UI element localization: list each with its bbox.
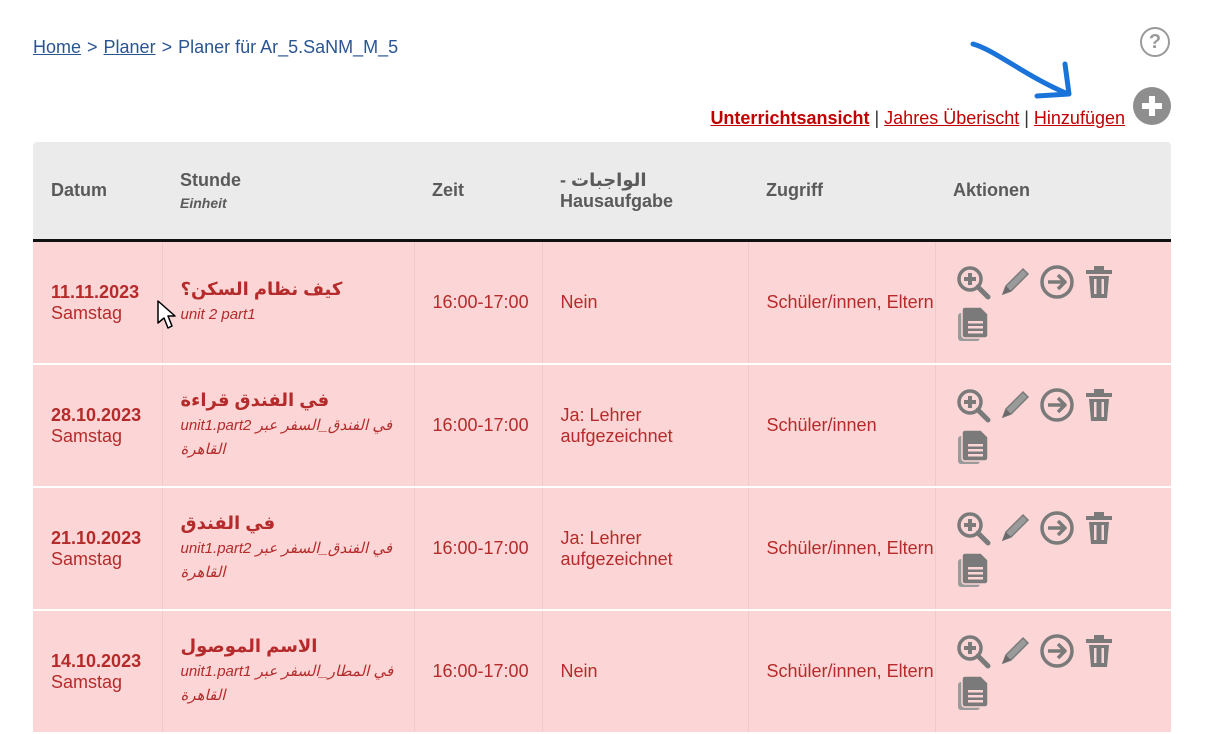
row-weekday: Samstag	[51, 425, 123, 446]
table-header-row: Datum Stunde Einheit Zeit - الواجبات Hau…	[33, 142, 1171, 242]
copy-document-icon[interactable]	[954, 428, 992, 466]
cell-lesson: الاسم الموصول unit1.part1 في المطار_السف…	[162, 610, 415, 734]
row-time: 16:00-17:00	[414, 487, 543, 611]
row-homework: Ja: Lehrer aufgezeichnet	[542, 487, 749, 611]
add-icon[interactable]	[1133, 87, 1171, 125]
cell-actions	[935, 487, 1171, 611]
arrow-right-circle-icon[interactable]	[1038, 509, 1076, 547]
breadcrumb-home-link[interactable]: Home	[33, 37, 81, 57]
header-homework-arabic: - الواجبات	[560, 169, 647, 190]
row-access: Schüler/innen	[748, 364, 936, 488]
header-date: Datum	[33, 142, 162, 242]
row-weekday: Samstag	[51, 671, 123, 692]
row-lesson-unit: unit1.part1 في المطار_السفر عبر القاهرة	[180, 662, 394, 704]
planner-table: Datum Stunde Einheit Zeit - الواجبات Hau…	[33, 142, 1171, 734]
header-time: Zeit	[414, 142, 542, 242]
row-actions	[954, 632, 1124, 712]
breadcrumb-current: Planer für Ar_5.SaNM_M_5	[178, 37, 399, 57]
table-row[interactable]: 14.10.2023 Samstag الاسم الموصول unit1.p…	[33, 610, 1171, 734]
row-access: Schüler/innen, Eltern	[748, 610, 936, 734]
table-row[interactable]: 21.10.2023 Samstag في الفندق unit1.part2…	[33, 487, 1171, 611]
row-lesson-unit: unit1.part2 في الفندق_السفر عبر القاهرة	[180, 539, 393, 581]
cell-actions	[935, 240, 1171, 365]
table-row[interactable]: 28.10.2023 Samstag في الفندق قراءة unit1…	[33, 364, 1171, 488]
row-actions	[954, 386, 1124, 466]
cell-lesson: كيف نظام السكن؟ unit 2 part1	[162, 240, 415, 365]
row-weekday: Samstag	[51, 548, 123, 569]
row-date: 21.10.2023	[51, 527, 142, 548]
breadcrumb-separator: >	[161, 37, 173, 57]
help-icon[interactable]: ?	[1140, 27, 1170, 57]
row-lesson-title[interactable]: في الفندق	[181, 513, 414, 534]
zoom-in-icon[interactable]	[954, 386, 992, 424]
row-lesson-unit: unit 2 part1	[180, 305, 256, 323]
row-access: Schüler/innen, Eltern	[748, 240, 936, 365]
zoom-in-icon[interactable]	[954, 263, 992, 301]
header-homework-german: Hausaufgabe	[560, 190, 674, 211]
cell-date: 14.10.2023 Samstag	[33, 610, 163, 734]
row-date: 11.11.2023	[51, 281, 140, 302]
arrow-right-circle-icon[interactable]	[1038, 386, 1076, 424]
header-actions: Aktionen	[935, 142, 1171, 242]
arrow-right-circle-icon[interactable]	[1038, 632, 1076, 670]
cell-actions	[935, 610, 1171, 734]
year-overview-link[interactable]: Jahres Überischt	[884, 108, 1019, 128]
row-actions	[954, 263, 1124, 343]
cell-date: 28.10.2023 Samstag	[33, 364, 163, 488]
arrow-right-circle-icon[interactable]	[1038, 263, 1076, 301]
row-actions	[954, 509, 1124, 589]
trash-icon[interactable]	[1080, 632, 1118, 670]
row-lesson-unit: unit1.part2 في الفندق_السفر عبر القاهرة	[180, 416, 393, 458]
row-time: 16:00-17:00	[414, 610, 543, 734]
lesson-view-link[interactable]: Unterrichtsansicht	[710, 108, 869, 128]
row-date: 28.10.2023	[51, 404, 142, 425]
cell-actions	[935, 364, 1171, 488]
copy-document-icon[interactable]	[954, 551, 992, 589]
header-lesson-sub: Einheit	[180, 195, 227, 211]
add-link[interactable]: Hinzufügen	[1034, 108, 1125, 128]
row-time: 16:00-17:00	[414, 240, 543, 365]
row-time: 16:00-17:00	[414, 364, 543, 488]
row-lesson-title[interactable]: في الفندق قراءة	[181, 390, 414, 411]
row-homework: Ja: Lehrer aufgezeichnet	[542, 364, 749, 488]
header-lesson-label: Stunde	[180, 170, 241, 190]
link-divider: |	[874, 108, 880, 128]
edit-pencil-icon[interactable]	[996, 386, 1034, 424]
zoom-in-icon[interactable]	[954, 509, 992, 547]
breadcrumb: Home > Planer > Planer für Ar_5.SaNM_M_5	[33, 37, 398, 58]
zoom-in-icon[interactable]	[954, 632, 992, 670]
edit-pencil-icon[interactable]	[996, 632, 1034, 670]
row-lesson-title[interactable]: الاسم الموصول	[181, 636, 414, 657]
row-date: 14.10.2023	[51, 650, 142, 671]
cell-lesson: في الفندق قراءة unit1.part2 في الفندق_ال…	[162, 364, 415, 488]
header-lesson: Stunde Einheit	[162, 142, 414, 242]
header-homework: - الواجبات Hausaufgabe	[542, 142, 748, 242]
edit-pencil-icon[interactable]	[996, 509, 1034, 547]
cell-lesson: في الفندق unit1.part2 في الفندق_السفر عب…	[162, 487, 415, 611]
edit-pencil-icon[interactable]	[996, 263, 1034, 301]
header-access: Zugriff	[748, 142, 935, 242]
row-weekday: Samstag	[51, 302, 123, 323]
breadcrumb-planer-link[interactable]: Planer	[104, 37, 156, 57]
mouse-cursor-icon	[157, 300, 176, 329]
row-access: Schüler/innen, Eltern	[748, 487, 936, 611]
row-lesson-title[interactable]: كيف نظام السكن؟	[181, 279, 414, 300]
view-links: Unterrichtsansicht | Jahres Überischt | Hinz…	[710, 108, 1125, 129]
annotation-arrow	[970, 41, 1072, 99]
copy-document-icon[interactable]	[954, 674, 992, 712]
row-homework: Nein	[542, 610, 749, 734]
trash-icon[interactable]	[1080, 386, 1118, 424]
trash-icon[interactable]	[1080, 263, 1118, 301]
breadcrumb-separator: >	[87, 37, 98, 57]
trash-icon[interactable]	[1080, 509, 1118, 547]
link-divider: |	[1024, 108, 1029, 128]
cell-date: 21.10.2023 Samstag	[33, 487, 163, 611]
cell-date: 11.11.2023 Samstag	[33, 240, 163, 365]
table-row[interactable]: 11.11.2023 Samstag كيف نظام السكن؟ unit …	[33, 240, 1171, 365]
row-homework: Nein	[542, 240, 749, 365]
copy-document-icon[interactable]	[954, 305, 992, 343]
